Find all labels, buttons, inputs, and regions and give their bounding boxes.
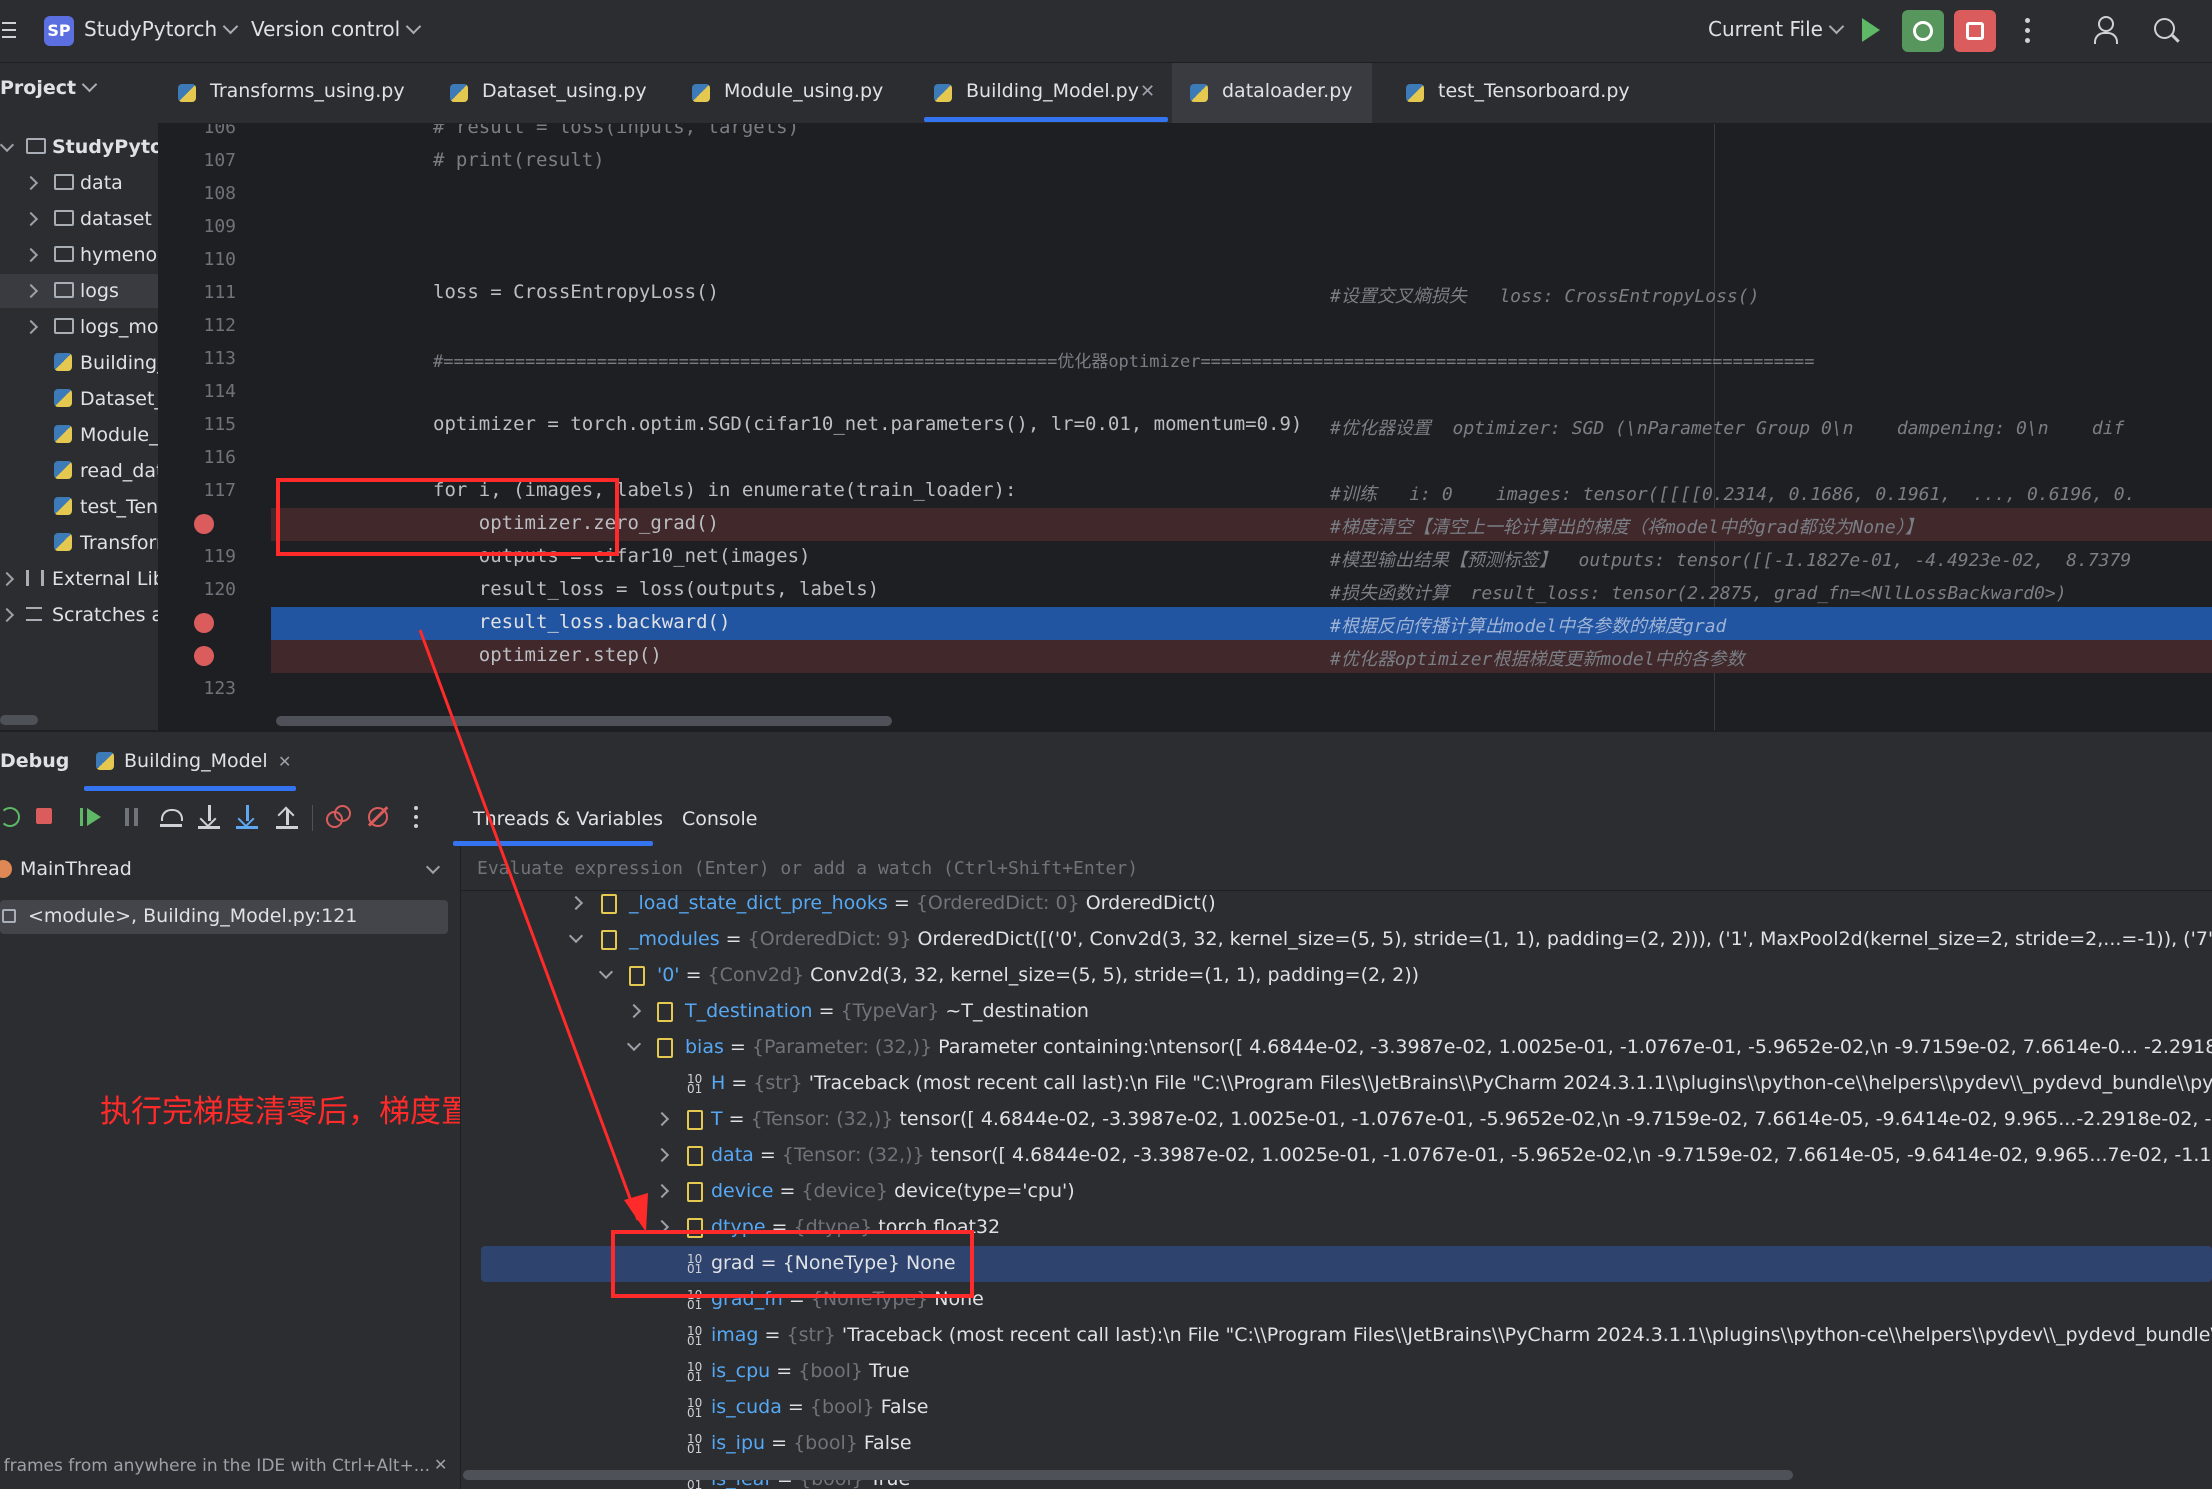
annotation-arrow <box>418 629 648 1232</box>
annotation-arrow-line <box>418 629 640 1221</box>
annotation-arrow-head <box>624 1193 648 1232</box>
